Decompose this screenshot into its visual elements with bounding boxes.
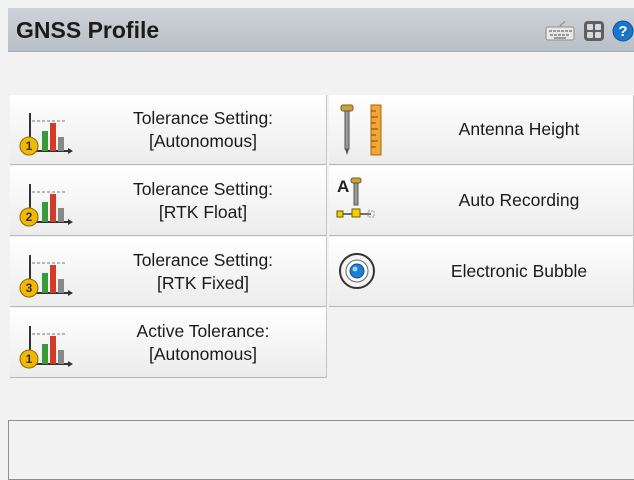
antenna-height-icon bbox=[340, 104, 382, 156]
tile-label: Active Tolerance: [Autonomous] bbox=[84, 308, 322, 377]
tile-label: Auto Recording bbox=[458, 190, 580, 210]
tolerance-rtk-float-tile[interactable]: 2 Tolerance Setting: [RTK Float] bbox=[10, 166, 327, 236]
auto-recording-letter: A bbox=[337, 177, 349, 196]
title-bar: GNSS Profile ? bbox=[8, 8, 634, 52]
tile-label: Tolerance Setting: [RTK Fixed] bbox=[84, 237, 322, 306]
number-badge-icon: 2 bbox=[19, 207, 39, 227]
keyboard-icon[interactable] bbox=[545, 20, 575, 47]
auto-recording-icon: A bbox=[336, 177, 375, 218]
tile-label: Tolerance Setting: [Autonomous] bbox=[84, 95, 322, 164]
tile-label-line2: [RTK Fixed] bbox=[156, 272, 250, 293]
auto-recording-tile[interactable]: A Auto Recording bbox=[329, 166, 634, 236]
tile-label: Electronic Bubble bbox=[450, 261, 588, 281]
tile-label-line1: Tolerance Setting: bbox=[132, 107, 274, 128]
number-badge-icon: 1 bbox=[19, 136, 39, 156]
number-badge-icon: 3 bbox=[19, 278, 39, 298]
active-tolerance-tile[interactable]: 1 Active Tolerance: [Autonomous] bbox=[10, 308, 327, 378]
tolerance-rtk-fixed-tile[interactable]: 3 Tolerance Setting: [RTK Fixed] bbox=[10, 237, 327, 307]
tile-label: Antenna Height bbox=[458, 119, 580, 139]
electronic-bubble-tile[interactable]: Electronic Bubble bbox=[329, 237, 634, 307]
electronic-bubble-icon bbox=[339, 253, 375, 289]
status-area bbox=[8, 420, 634, 480]
badge-number: 1 bbox=[26, 352, 33, 366]
svg-text:?: ? bbox=[618, 23, 627, 40]
tile-label-line1: Active Tolerance: bbox=[136, 320, 270, 341]
help-icon[interactable]: ? bbox=[612, 20, 634, 47]
tile-label-line1: Tolerance Setting: bbox=[132, 249, 274, 270]
tile-label-line1: Tolerance Setting: bbox=[132, 178, 274, 199]
tile-label-line2: [Autonomous] bbox=[149, 130, 257, 151]
page-title: GNSS Profile bbox=[16, 17, 160, 43]
number-badge-icon: 1 bbox=[19, 349, 39, 369]
badge-number: 3 bbox=[26, 281, 33, 295]
badge-number: 1 bbox=[26, 139, 33, 153]
tile-label-line2: [Autonomous] bbox=[149, 343, 257, 364]
tile-label-line2: [RTK Float] bbox=[158, 201, 248, 222]
antenna-height-tile[interactable]: Antenna Height bbox=[329, 95, 634, 165]
badge-number: 2 bbox=[26, 210, 33, 224]
switch-apps-icon[interactable] bbox=[583, 20, 605, 47]
tolerance-autonomous-tile[interactable]: 1 Tolerance Setting: [Autonomous] bbox=[10, 95, 327, 165]
tile-label: Tolerance Setting: [RTK Float] bbox=[84, 166, 322, 235]
